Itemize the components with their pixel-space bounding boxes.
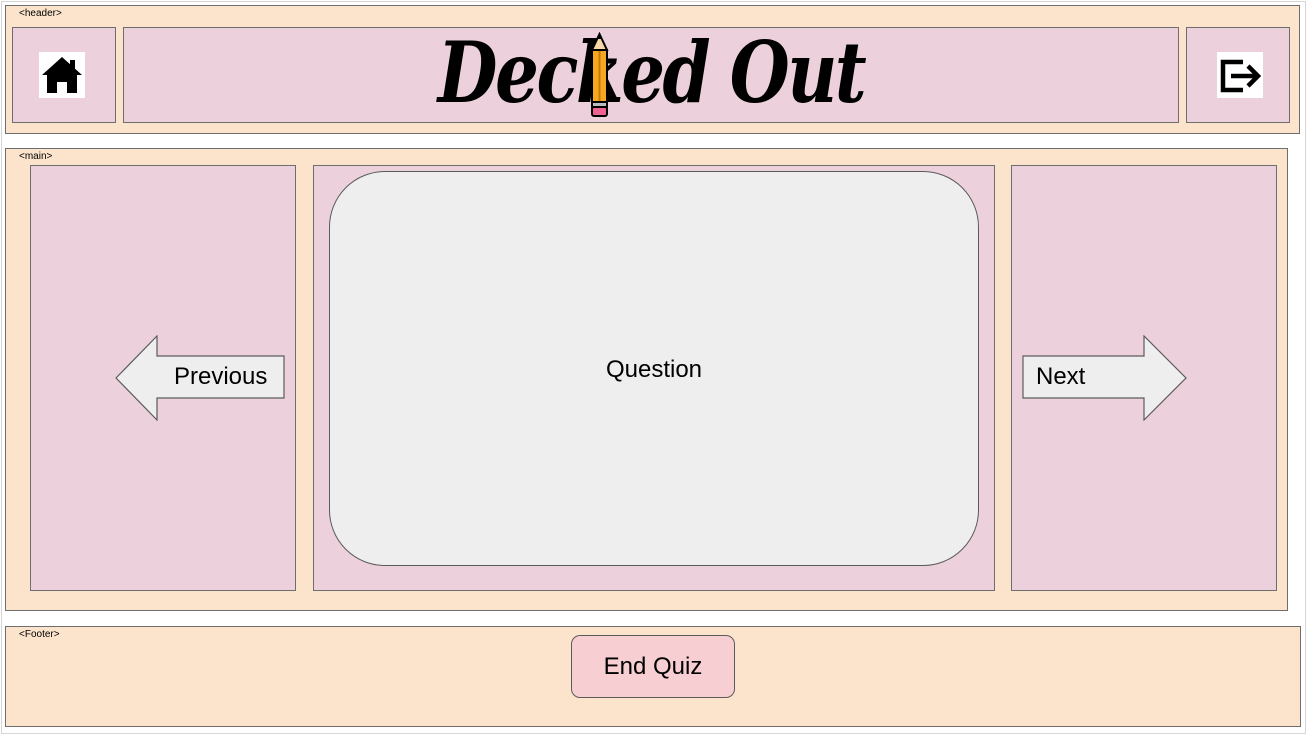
logout-panel — [1186, 27, 1290, 123]
page: <header> Decked Out <main> Previous Ques… — [0, 0, 1307, 735]
end-quiz-button[interactable]: End Quiz — [571, 635, 735, 698]
footer-tag: <Footer> — [19, 629, 60, 640]
home-panel — [12, 27, 116, 123]
logo-text: Decked Out — [437, 23, 867, 122]
next-panel: Next — [1011, 165, 1277, 591]
header: <header> Decked Out — [5, 5, 1300, 134]
home-icon — [42, 57, 82, 93]
header-tag: <header> — [19, 8, 62, 19]
next-button[interactable]: Next — [1022, 334, 1188, 426]
previous-panel: Previous — [30, 165, 296, 591]
question-panel: Question — [313, 165, 995, 591]
logo-panel: Decked Out — [123, 27, 1179, 123]
question-card[interactable]: Question — [329, 171, 979, 566]
footer: <Footer> End Quiz — [5, 626, 1301, 727]
pencil-icon — [590, 32, 609, 117]
logout-icon — [1220, 59, 1262, 93]
logout-button[interactable] — [1217, 52, 1263, 98]
logo: Decked Out — [124, 28, 1178, 122]
previous-label: Previous — [174, 363, 268, 390]
question-text: Question — [605, 356, 703, 383]
next-label: Next — [1036, 363, 1086, 390]
main-tag: <main> — [19, 151, 53, 162]
home-button[interactable] — [39, 52, 85, 98]
main: <main> Previous Question Next — [5, 148, 1288, 611]
previous-button[interactable]: Previous — [115, 334, 287, 426]
